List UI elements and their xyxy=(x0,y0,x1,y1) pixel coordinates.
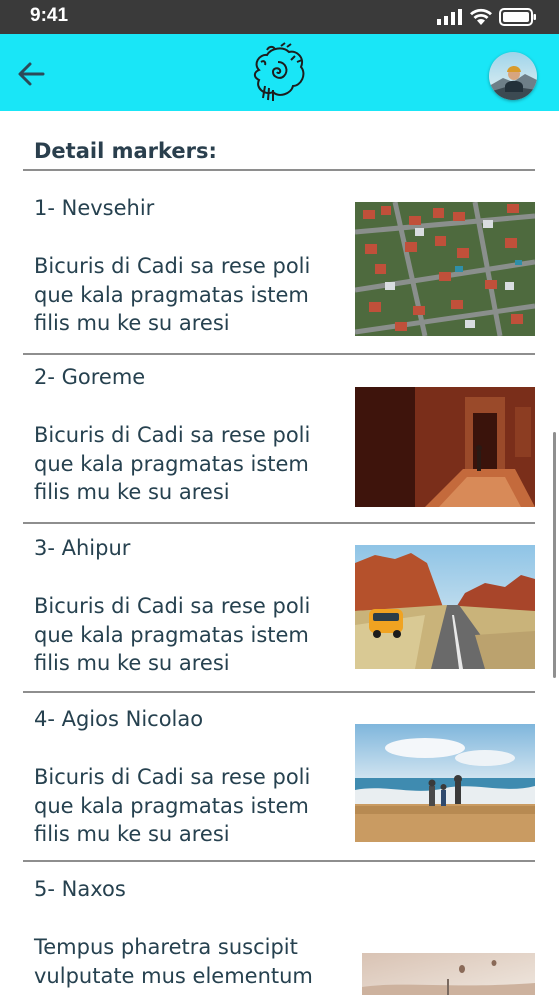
marker-description: Tempus pharetra suscipit vulputate mus e… xyxy=(34,935,313,988)
battery-icon xyxy=(499,8,536,26)
app-logo[interactable] xyxy=(245,40,311,106)
marker-item-naxos[interactable]: 5- Naxos Tempus pharetra suscipit vulput… xyxy=(0,862,559,995)
desert-road-van-photo xyxy=(355,545,535,669)
marker-description: Bicuris di Cadi sa rese poli que kala pr… xyxy=(34,423,311,504)
marker-title: 5- Naxos xyxy=(34,877,126,901)
app-header xyxy=(0,34,559,111)
spiral-logo-icon xyxy=(253,42,305,101)
marker-item-ahipur[interactable]: 3- Ahipur Bicuris di Cadi sa rese poli q… xyxy=(0,524,559,691)
marker-title: 1- Nevsehir xyxy=(34,196,155,220)
status-time: 9:41 xyxy=(30,5,69,26)
status-bar: 9:41 xyxy=(0,0,559,34)
marker-item-agios-nicolao[interactable]: 4- Agios Nicolao Bicuris di Cadi sa rese… xyxy=(0,693,559,860)
scrollbar[interactable] xyxy=(553,432,556,678)
marker-title: 4- Agios Nicolao xyxy=(34,707,204,731)
marker-description: Bicuris di Cadi sa rese poli que kala pr… xyxy=(34,254,311,335)
back-button[interactable] xyxy=(14,59,48,89)
signal-icon xyxy=(437,9,462,25)
user-avatar-icon xyxy=(489,52,537,100)
marker-title: 3- Ahipur xyxy=(34,536,131,560)
wifi-icon xyxy=(470,8,492,25)
user-avatar[interactable] xyxy=(489,52,537,100)
balloons-sky-photo xyxy=(362,953,535,995)
section-title: Detail markers: xyxy=(34,139,217,163)
marker-item-goreme[interactable]: 2- Goreme Bicuris di Cadi sa rese poli q… xyxy=(0,355,559,522)
canyon-passage-photo xyxy=(355,387,535,507)
beach-family-photo xyxy=(355,724,535,842)
aerial-town-photo xyxy=(355,202,535,336)
marker-title: 2- Goreme xyxy=(34,365,146,389)
status-icons xyxy=(437,6,537,28)
marker-item-nevsehir[interactable]: 1- Nevsehir Bicuris di Cadi sa rese poli… xyxy=(0,171,559,354)
marker-description: Bicuris di Cadi sa rese poli que kala pr… xyxy=(34,594,311,675)
marker-description: Bicuris di Cadi sa rese poli que kala pr… xyxy=(34,765,311,846)
arrow-left-icon xyxy=(18,62,45,86)
